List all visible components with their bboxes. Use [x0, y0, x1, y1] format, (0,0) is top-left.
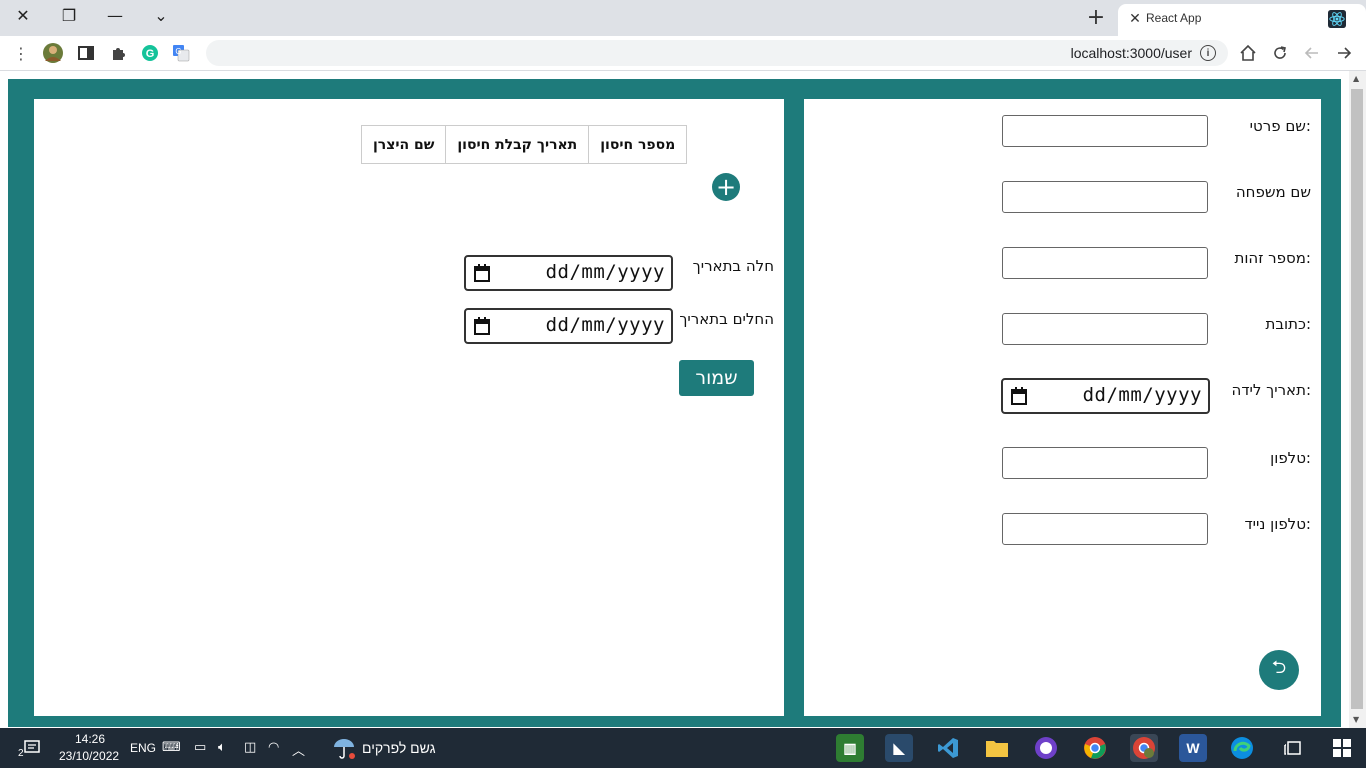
clock-date[interactable]: 23/10/2022 [59, 749, 119, 763]
react-logo-icon [1328, 10, 1346, 28]
mobile-phone-input[interactable] [1002, 513, 1208, 545]
calendar-icon[interactable] [1011, 387, 1027, 405]
task-view-icon[interactable] [1279, 734, 1307, 762]
recovered-date-label: החלים בתאריך [679, 310, 774, 328]
last-name-input[interactable] [1002, 181, 1208, 213]
sick-date-label: חלה בתאריך [692, 257, 774, 275]
word-app-icon[interactable]: W [1179, 734, 1207, 762]
edge-app-icon[interactable] [1228, 734, 1256, 762]
meet-now-icon[interactable]: ◫ [244, 740, 256, 755]
chrome-profile-app-icon[interactable] [1130, 734, 1158, 762]
weather-umbrella-icon[interactable] [330, 734, 358, 766]
last-name-label: שם משפחה [1235, 183, 1311, 201]
manufacturer-header: שם היצרן [360, 125, 447, 164]
browser-menu-icon[interactable]: ⋮ [10, 42, 32, 64]
clock-time[interactable]: 14:26 [75, 732, 105, 746]
first-name-label: :שם פרטי [1249, 117, 1311, 135]
extensions-puzzle-icon[interactable] [107, 42, 129, 64]
address-label: :כתובת [1265, 315, 1311, 333]
vaccination-panel [34, 99, 784, 716]
side-panel-icon[interactable] [75, 42, 97, 64]
page-scrollbar[interactable]: ▲ ▼ [1349, 71, 1366, 728]
window-restore-icon[interactable]: ❐ [46, 0, 92, 30]
address-input[interactable] [1002, 313, 1208, 345]
recovered-date-placeholder: dd/mm/yyyy [545, 314, 665, 336]
birth-date-input[interactable]: dd/mm/yyyy [1001, 378, 1210, 414]
volume-icon[interactable]: 🔈︎ [218, 740, 226, 755]
excel-app-icon[interactable]: ▥ [836, 734, 864, 762]
file-explorer-icon[interactable] [983, 734, 1011, 762]
notification-icon[interactable] [22, 738, 42, 762]
recovered-date-input[interactable]: dd/mm/yyyy [464, 308, 673, 344]
scroll-down-icon[interactable]: ▼ [1353, 715, 1359, 724]
browser-tab[interactable]: ✕ React App [1118, 4, 1366, 36]
forward-arrow-icon[interactable] [1301, 42, 1323, 64]
vscode-app-icon[interactable] [934, 734, 962, 762]
window-close-icon[interactable]: ✕ [0, 0, 46, 30]
mobile-phone-label: :טלפון נייד [1244, 515, 1311, 533]
sick-date-placeholder: dd/mm/yyyy [545, 261, 665, 283]
vaccination-table-header: מספר חיסון תאריך קבלת חיסון שם היצרן [360, 125, 688, 164]
chrome-app-icon[interactable] [1081, 734, 1109, 762]
vaccine-number-header: מספר חיסון [588, 125, 688, 164]
address-bar[interactable]: localhost:3000/user i [206, 40, 1228, 66]
language-indicator[interactable]: ENG [130, 741, 156, 755]
tab-search-icon[interactable]: ⌄ [138, 0, 184, 30]
vaccine-date-header: תאריך קבלת חיסון [445, 125, 590, 164]
weather-text[interactable]: גשם לפרקים [362, 740, 436, 756]
sql-app-icon[interactable]: ◣ [885, 734, 913, 762]
home-icon[interactable] [1237, 42, 1259, 64]
id-number-input[interactable] [1002, 247, 1208, 279]
browser-tab-bar: ✕ ❐ — ⌄ + ✕ React App [0, 0, 1366, 36]
new-tab-button[interactable]: + [1080, 4, 1112, 30]
save-button[interactable]: שמור [679, 360, 754, 396]
window-minimize-icon[interactable]: — [92, 0, 138, 30]
keyboard-icon[interactable]: ⌨ [162, 740, 181, 755]
svg-text:G: G [175, 47, 181, 56]
phone-label: :טלפון [1270, 449, 1311, 467]
github-desktop-icon[interactable] [1032, 734, 1060, 762]
battery-icon[interactable]: ▭ [194, 740, 206, 755]
back-arrow-icon[interactable] [1333, 42, 1355, 64]
site-info-icon[interactable]: i [1200, 45, 1216, 61]
add-vaccine-button[interactable]: + [712, 173, 740, 201]
show-hidden-icons-icon[interactable]: ︿ [292, 740, 305, 759]
sick-date-input[interactable]: dd/mm/yyyy [464, 255, 673, 291]
first-name-input[interactable] [1002, 115, 1208, 147]
scrollbar-thumb[interactable] [1351, 89, 1363, 709]
birth-date-label: :תאריך לידה [1231, 381, 1311, 399]
windows-taskbar: 2 14:26 23/10/2022 ENG ⌨ ▭ 🔈︎ ◫ ◠ ︿ גשם … [0, 728, 1366, 768]
notification-count: 2 [18, 748, 24, 759]
scroll-up-icon[interactable]: ▲ [1353, 74, 1359, 83]
undo-back-button[interactable]: ⮌ [1259, 650, 1299, 690]
tab-title: React App [1146, 11, 1202, 25]
windows-start-icon[interactable] [1328, 734, 1356, 762]
calendar-icon[interactable] [474, 317, 490, 335]
vaccination-table: מספר חיסון תאריך קבלת חיסון שם היצרן [360, 125, 688, 164]
browser-toolbar: ⋮ G G ☆ localhost:3000/user i [0, 36, 1366, 71]
svg-text:G: G [146, 48, 155, 60]
wifi-icon[interactable]: ◠ [268, 740, 279, 755]
url-text[interactable]: localhost:3000/user [1071, 45, 1192, 61]
close-tab-icon[interactable]: ✕ [1126, 10, 1144, 28]
calendar-icon[interactable] [474, 264, 490, 282]
id-number-label: :מספר זהות [1234, 249, 1311, 267]
reload-icon[interactable] [1269, 42, 1291, 64]
profile-avatar-icon[interactable] [42, 42, 64, 64]
grammarly-icon[interactable]: G [139, 42, 161, 64]
translate-icon[interactable]: G [170, 42, 192, 64]
phone-input[interactable] [1002, 447, 1208, 479]
birth-date-placeholder: dd/mm/yyyy [1082, 384, 1202, 406]
